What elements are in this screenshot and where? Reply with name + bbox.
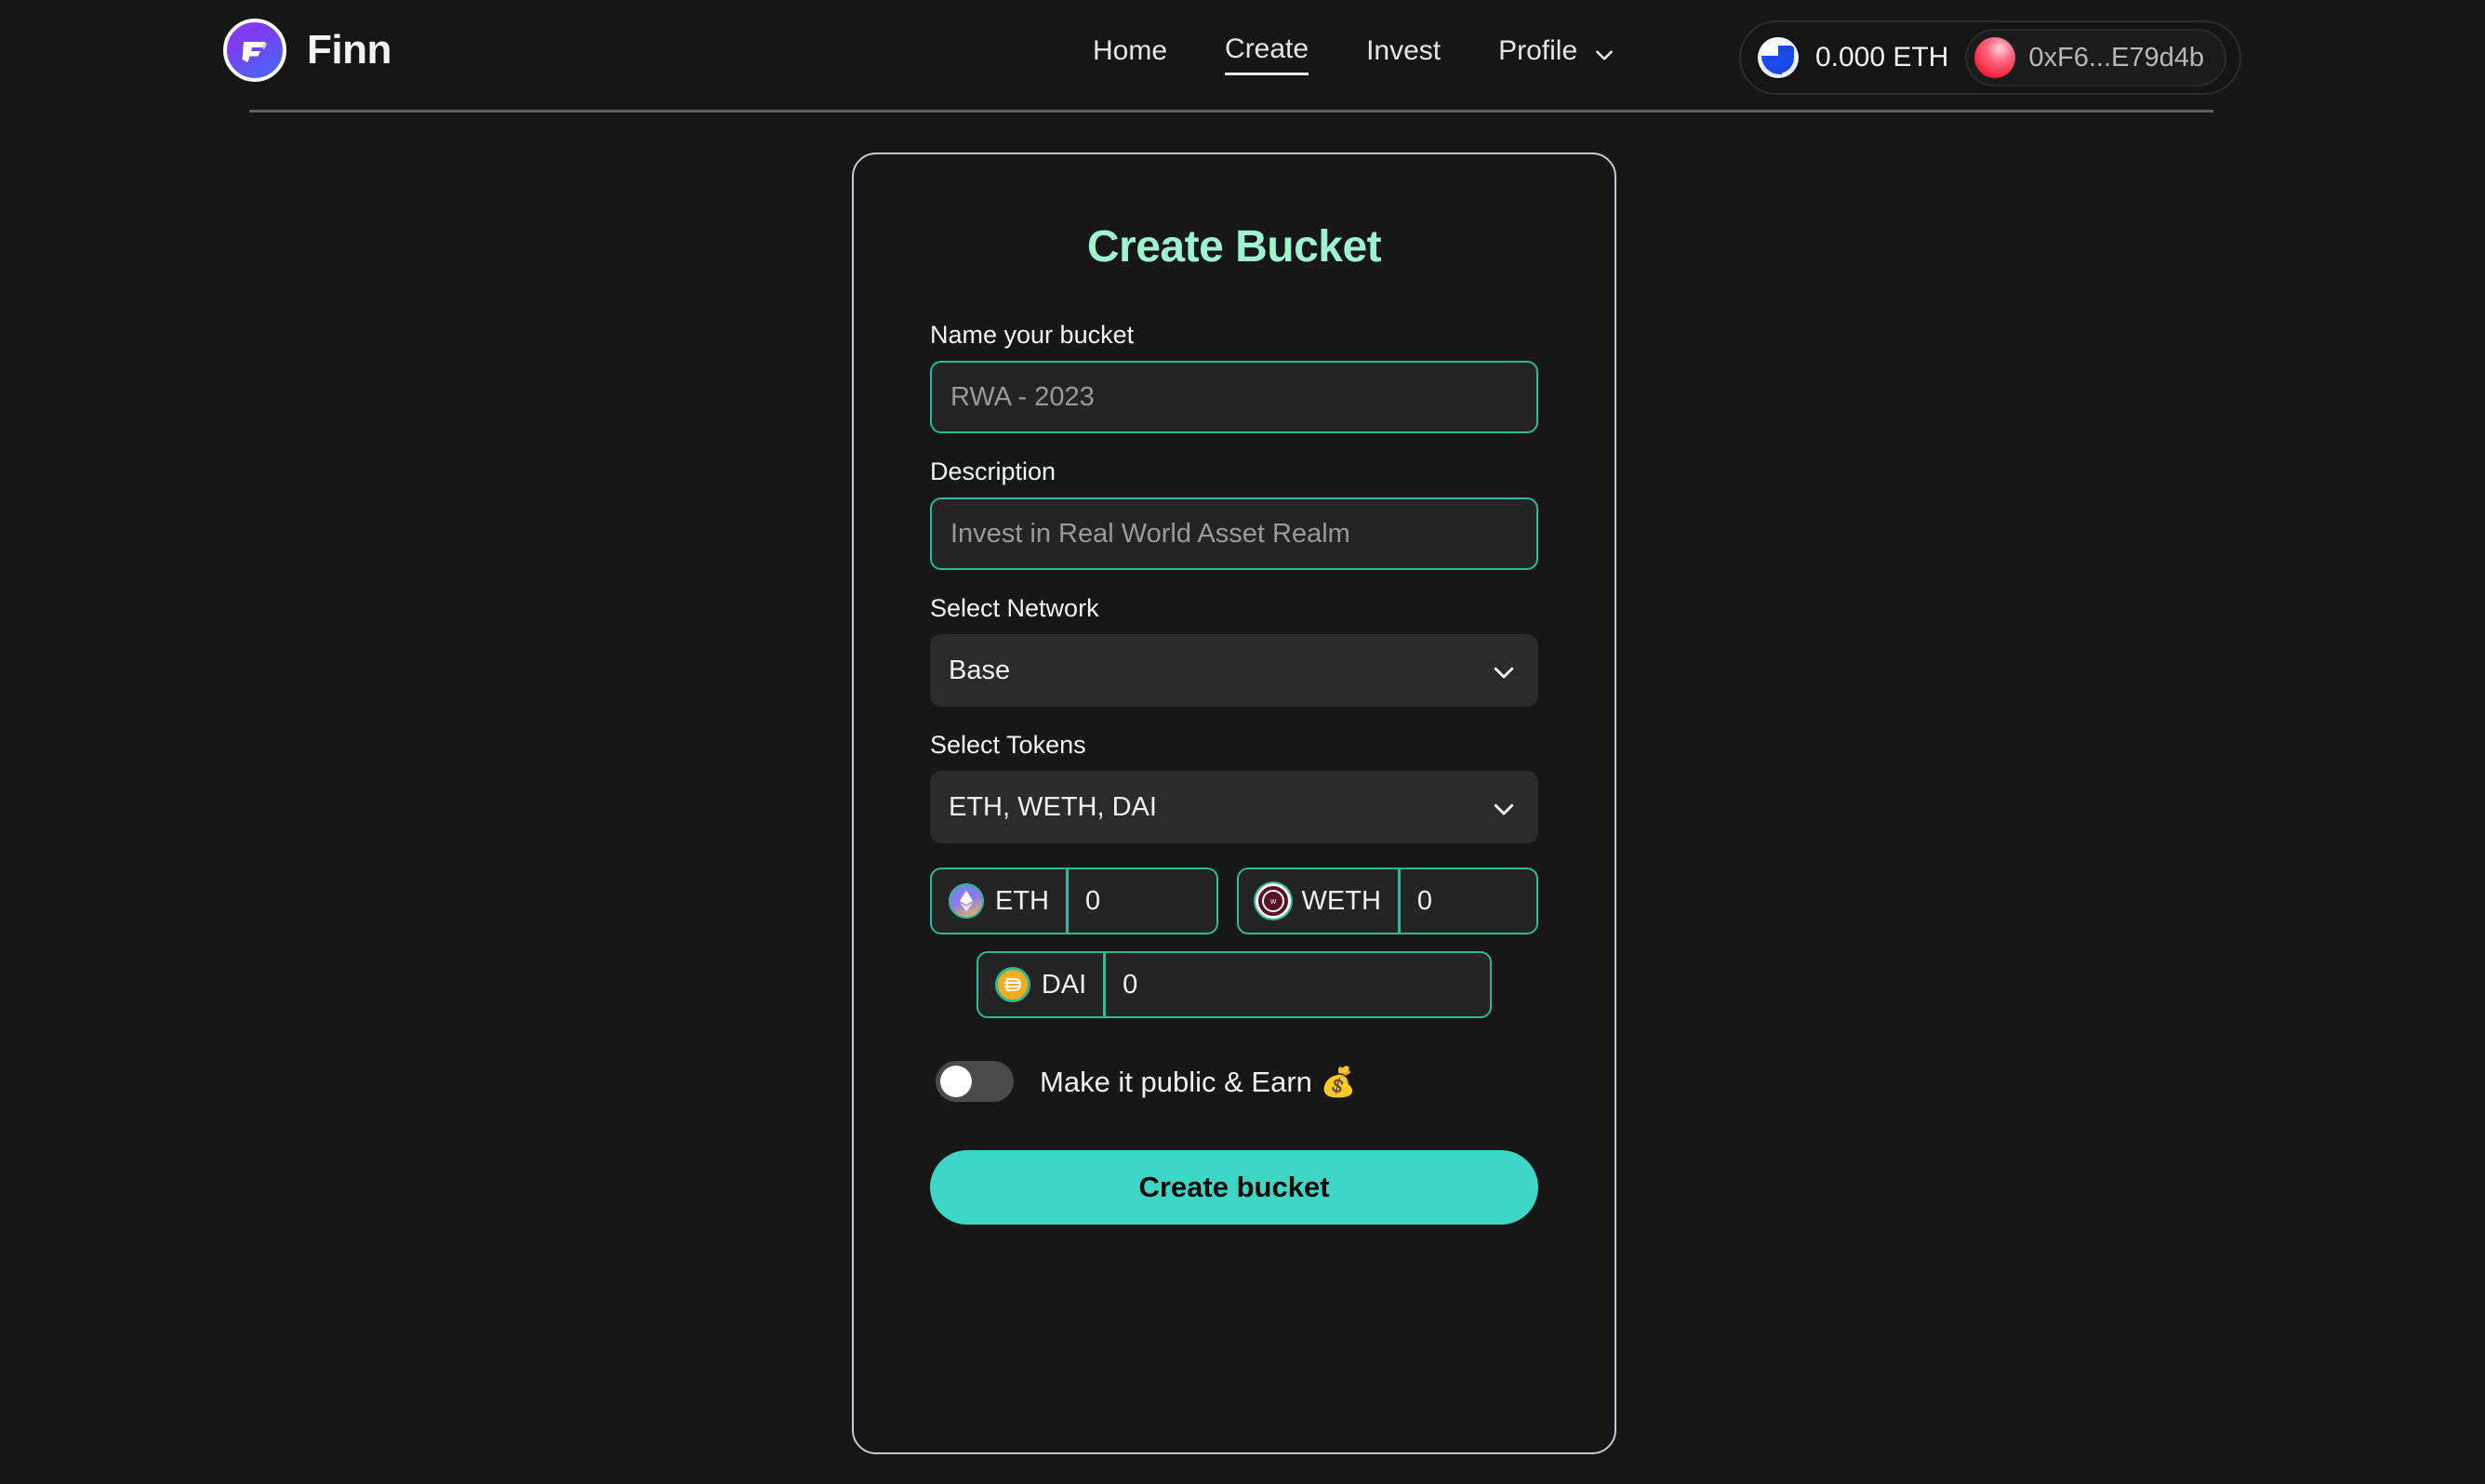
wallet-balance: 0.000 ETH: [1814, 42, 1949, 73]
header-divider: [249, 110, 2213, 113]
make-public-toggle[interactable]: [936, 1061, 1014, 1102]
weth-coin-icon: W: [1255, 883, 1291, 919]
brand-name: Finn: [307, 27, 392, 73]
tokens-select[interactable]: ETH, WETH, DAI: [930, 771, 1538, 843]
field-select-tokens: Select Tokens ETH, WETH, DAI: [930, 731, 1538, 843]
nav-item-invest[interactable]: Invest: [1366, 35, 1441, 74]
network-select-value: Base: [949, 655, 1011, 685]
token-symbol-dai: DAI: [1041, 969, 1087, 1000]
description-label: Description: [930, 457, 1056, 485]
base-network-icon: [1757, 37, 1799, 78]
network-select[interactable]: Base: [930, 634, 1538, 707]
token-amount-dai-input[interactable]: [1123, 969, 1474, 1000]
app-header: Finn Home Create Invest Profile 0.000 ET…: [0, 0, 2485, 113]
field-select-network: Select Network Base: [930, 594, 1538, 707]
bucket-name-label: Name your bucket: [930, 321, 1135, 349]
chevron-down-icon: [1490, 658, 1514, 682]
create-bucket-form: Name your bucket Description Select Netw…: [930, 272, 1538, 1225]
brand-logo[interactable]: Finn: [223, 19, 392, 82]
svg-text:W: W: [1269, 899, 1276, 906]
token-chip-eth-side: ETH: [932, 869, 1069, 933]
nav-item-create[interactable]: Create: [1225, 33, 1309, 75]
token-chip-weth[interactable]: W WETH: [1236, 868, 1538, 934]
token-chip-dai[interactable]: DAI: [976, 951, 1493, 1018]
wallet-address: 0xF6...E79d4b: [2028, 42, 2204, 73]
token-row: ETH W WETH: [930, 868, 1538, 934]
field-bucket-name: Name your bucket: [930, 321, 1538, 433]
token-symbol-weth: WETH: [1301, 885, 1381, 916]
wallet-pill[interactable]: 0.000 ETH 0xF6...E79d4b: [1738, 20, 2241, 95]
select-network-label: Select Network: [930, 594, 1099, 622]
bucket-name-input[interactable]: [930, 361, 1538, 433]
token-amount-weth-input[interactable]: [1416, 885, 1533, 917]
create-bucket-button[interactable]: Create bucket: [930, 1150, 1538, 1225]
token-amount-eth-input[interactable]: [1085, 885, 1201, 917]
token-chip-weth-side: W WETH: [1239, 869, 1401, 933]
make-public-row: Make it public & Earn 💰: [936, 1061, 1538, 1102]
chevron-down-icon: [1490, 795, 1514, 819]
nav-item-profile[interactable]: Profile: [1498, 35, 1616, 74]
main-nav: Home Create Invest Profile: [1093, 33, 1616, 75]
field-description: Description: [930, 457, 1538, 570]
eth-coin-icon: [949, 883, 984, 919]
token-amount-dai[interactable]: [1106, 953, 1490, 1016]
token-amount-list: ETH W WETH: [930, 868, 1538, 1018]
tokens-select-value: ETH, WETH, DAI: [949, 791, 1157, 822]
chevron-down-icon: [1592, 43, 1616, 67]
page-title: Create Bucket: [1086, 222, 1382, 272]
description-input[interactable]: [930, 497, 1538, 570]
nav-item-home[interactable]: Home: [1093, 35, 1167, 74]
select-tokens-label: Select Tokens: [930, 731, 1086, 759]
make-public-label: Make it public & Earn 💰: [1040, 1065, 1357, 1098]
finn-f-logo-icon: [223, 19, 286, 82]
token-row: DAI: [930, 951, 1538, 1018]
wallet-address-pill[interactable]: 0xF6...E79d4b: [1965, 29, 2226, 86]
token-amount-weth[interactable]: [1401, 869, 1536, 933]
token-chip-dai-side: DAI: [978, 953, 1107, 1016]
nav-item-profile-label: Profile: [1498, 34, 1578, 66]
token-amount-eth[interactable]: [1069, 869, 1216, 933]
create-bucket-card: Create Bucket Name your bucket Descripti…: [852, 152, 1616, 1454]
dai-coin-icon: [994, 967, 1030, 1002]
token-symbol-eth: ETH: [995, 885, 1049, 916]
token-chip-eth[interactable]: ETH: [930, 868, 1218, 934]
wallet-avatar-icon: [1974, 37, 2016, 78]
